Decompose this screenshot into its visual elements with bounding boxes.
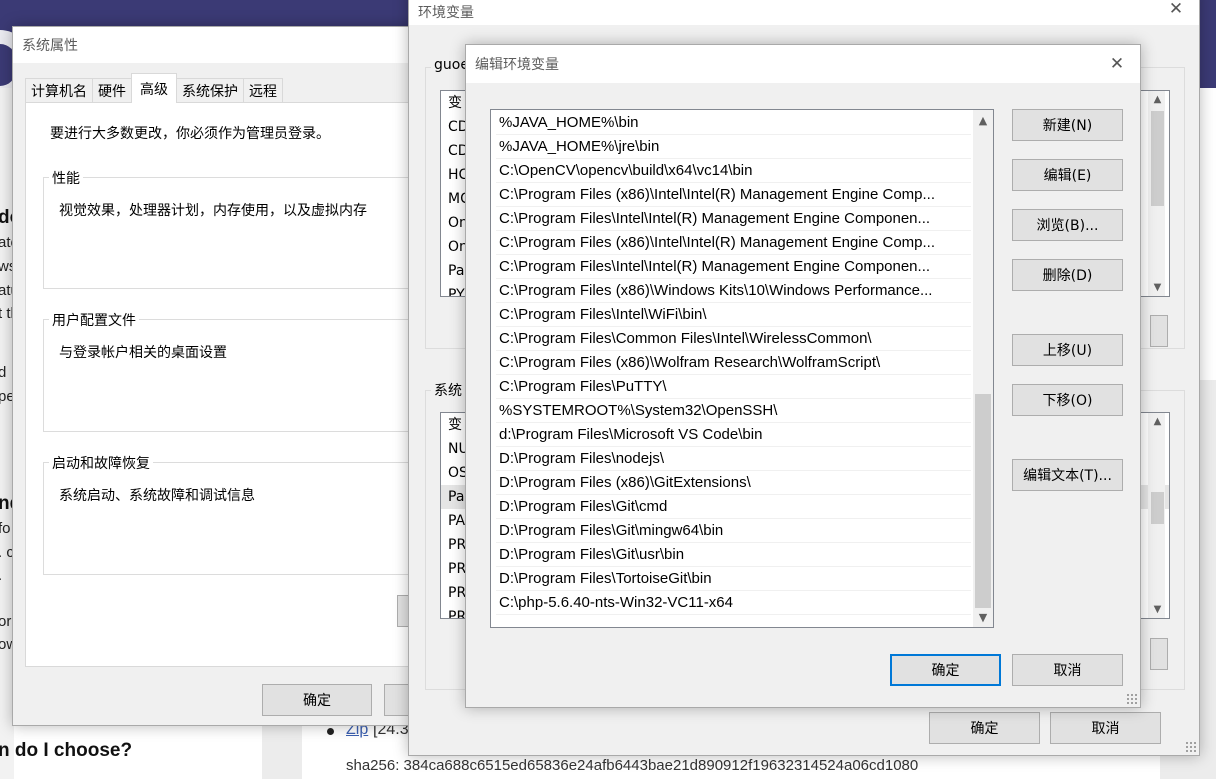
page-text-fragment: or [0, 613, 12, 630]
path-entry[interactable]: D:\Program Files\nodejs\ [496, 447, 971, 471]
tab-computer-name[interactable]: 计算机名 [25, 78, 93, 103]
edit-environment-variable-window: 编辑环境变量 ✕ %JAVA_HOME%\bin %JAVA_HOME%\jre… [465, 44, 1141, 708]
path-entry[interactable]: C:\Program Files (x86)\Intel\Intel(R) Ma… [496, 231, 971, 255]
scroll-thumb[interactable] [1151, 492, 1164, 524]
path-entry[interactable]: C:\Program Files\Intel\Intel(R) Manageme… [496, 207, 971, 231]
page-heading: n do I choose? [0, 740, 133, 761]
edit-button[interactable]: 编辑(E) [1012, 159, 1123, 191]
tab-hardware[interactable]: 硬件 [92, 78, 132, 103]
path-entry[interactable]: C:\Program Files\Intel\WiFi\bin\ [496, 303, 971, 327]
path-entry[interactable]: C:\Program Files (x86)\Intel\Intel(R) Ma… [496, 183, 971, 207]
scroll-thumb[interactable] [975, 394, 991, 608]
user-list-scrollbar[interactable]: ▲ ▼ [1148, 91, 1165, 296]
path-entry[interactable]: %SYSTEMROOT%\System32\OpenSSH\ [496, 399, 971, 423]
group-description: 视觉效果，处理器计划，内存使用，以及虚拟内存 [59, 203, 367, 219]
path-entry[interactable]: C:\Program Files\Intel\Intel(R) Manageme… [496, 255, 971, 279]
scroll-thumb[interactable] [1151, 111, 1164, 206]
path-entry[interactable]: C:\Program Files (x86)\Windows Kits\10\W… [496, 279, 971, 303]
path-entry[interactable]: C:\Program Files\PuTTY\ [496, 375, 971, 399]
resize-grip[interactable] [1126, 693, 1138, 705]
system-variables-label: 系统 [431, 380, 465, 400]
scroll-down-icon[interactable]: ▼ [1149, 601, 1166, 618]
ok-button[interactable]: 确定 [890, 654, 1001, 686]
group-title: 启动和故障恢复 [49, 453, 153, 473]
path-entry[interactable]: C:\Program Files (x86)\Wolfram Research\… [496, 351, 971, 375]
performance-group: 性能 视觉效果，处理器计划，内存使用，以及虚拟内存 [43, 168, 423, 289]
scroll-up-icon[interactable]: ▲ [1149, 91, 1166, 108]
admin-notice: 要进行大多数更改，你必须作为管理员登录。 [50, 126, 330, 142]
system-properties-window: 系统属性 计算机名 硬件 高级 系统保护 远程 要进行大多数更改，你必须作为管理… [12, 26, 435, 726]
tab-remote[interactable]: 远程 [243, 78, 283, 103]
startup-recovery-group: 启动和故障恢复 系统启动、系统故障和调试信息 [43, 453, 423, 575]
path-list-scrollbar[interactable]: ▲ ▼ [973, 110, 993, 627]
scroll-up-icon[interactable]: ▲ [973, 110, 993, 130]
ok-button[interactable]: 确定 [262, 684, 372, 716]
path-entry[interactable]: D:\Program Files\Git\usr\bin [496, 543, 971, 567]
move-up-button[interactable]: 上移(U) [1012, 334, 1123, 366]
page-text-fragment: fo [0, 520, 11, 537]
user-profiles-group: 用户配置文件 与登录帐户相关的桌面设置 [43, 310, 423, 432]
window-titlebar[interactable]: 系统属性 [13, 27, 431, 63]
path-entry[interactable]: D:\Program Files\Git\mingw64\bin [496, 519, 971, 543]
group-description: 与登录帐户相关的桌面设置 [59, 345, 227, 361]
path-entry[interactable]: C:\php-5.6.40-nts-Win32-VC11-x64 [496, 591, 971, 615]
window-titlebar[interactable]: 编辑环境变量 [466, 45, 1140, 83]
path-entries-list[interactable]: %JAVA_HOME%\bin %JAVA_HOME%\jre\bin C:\O… [490, 109, 994, 628]
tab-strip: 计算机名 硬件 高级 系统保护 远程 [25, 73, 283, 103]
group-title: 性能 [49, 168, 83, 188]
cancel-button[interactable]: 取消 [1050, 712, 1161, 744]
group-description: 系统启动、系统故障和调试信息 [59, 488, 255, 504]
path-entry[interactable]: D:\Program Files\TortoiseGit\bin [496, 567, 971, 591]
path-entry[interactable]: D:\Program Files\Git\cmd [496, 495, 971, 519]
path-entry[interactable]: %JAVA_HOME%\jre\bin [496, 135, 971, 159]
window-title: 系统属性 [22, 38, 78, 54]
system-delete-button[interactable] [1150, 638, 1168, 670]
delete-button[interactable]: 删除(D) [1012, 259, 1123, 291]
scroll-down-icon[interactable]: ▼ [1149, 279, 1166, 296]
cancel-button[interactable]: 取消 [1012, 654, 1123, 686]
edit-text-button[interactable]: 编辑文本(T)... [1012, 459, 1123, 491]
browse-button[interactable]: 浏览(B)... [1012, 209, 1123, 241]
page-text-fragment: d [0, 364, 7, 381]
move-down-button[interactable]: 下移(O) [1012, 384, 1123, 416]
scroll-down-icon[interactable]: ▼ [973, 607, 993, 627]
user-delete-button[interactable] [1150, 315, 1168, 347]
page-text-fragment: . [0, 566, 2, 586]
ok-button[interactable]: 确定 [929, 712, 1040, 744]
group-title: 用户配置文件 [49, 310, 139, 330]
sha256-text: sha256: 384ca688c6515ed65836e24afb6443ba… [346, 757, 919, 774]
system-list-scrollbar[interactable]: ▲ ▼ [1148, 413, 1165, 618]
path-entry[interactable]: C:\OpenCV\opencv\build\x64\vc14\bin [496, 159, 971, 183]
window-title: 编辑环境变量 [475, 57, 559, 73]
window-title: 环境变量 [418, 5, 474, 21]
scroll-up-icon[interactable]: ▲ [1149, 413, 1166, 430]
path-entry[interactable]: D:\Program Files (x86)\GitExtensions\ [496, 471, 971, 495]
resize-grip[interactable] [1185, 741, 1197, 753]
path-entry[interactable]: C:\Program Files\Common Files\Intel\Wire… [496, 327, 971, 351]
window-titlebar[interactable]: 环境变量 [409, 0, 1199, 25]
close-icon[interactable]: ✕ [1153, 0, 1199, 27]
path-entry[interactable]: %JAVA_HOME%\bin [496, 111, 971, 135]
path-entry[interactable]: d:\Program Files\Microsoft VS Code\bin [496, 423, 971, 447]
close-icon[interactable]: ✕ [1094, 45, 1140, 83]
new-button[interactable]: 新建(N) [1012, 109, 1123, 141]
tab-system-protection[interactable]: 系统保护 [176, 78, 244, 103]
tab-advanced[interactable]: 高级 [131, 73, 177, 103]
bullet-icon [327, 728, 334, 735]
